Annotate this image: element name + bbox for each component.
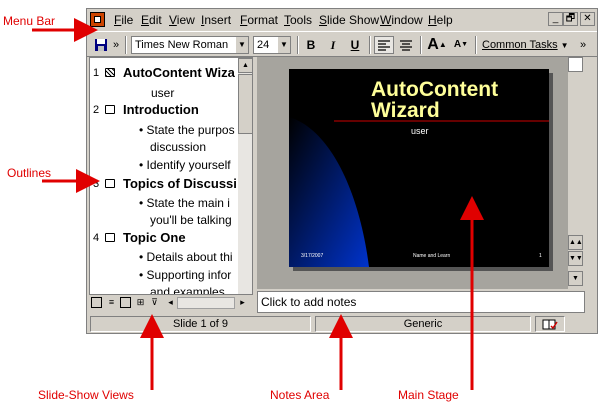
callout-arrows (32, 18, 484, 390)
